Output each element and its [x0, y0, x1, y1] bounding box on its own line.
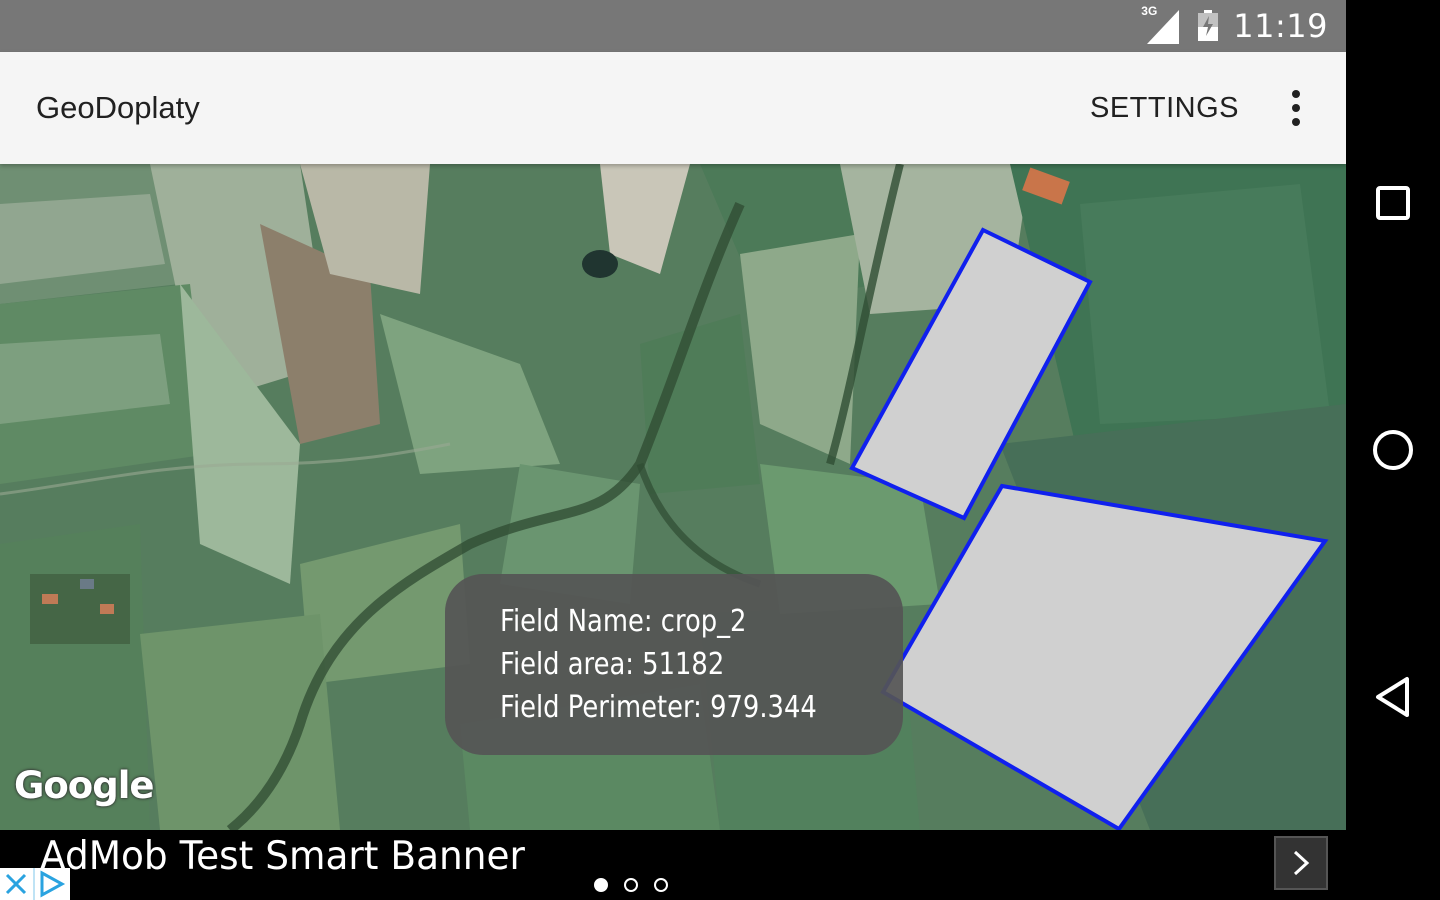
app-bar: GeoDoplaty SETTINGS: [0, 52, 1346, 164]
google-attribution-logo: Google: [14, 764, 154, 807]
field-info-window[interactable]: Field Name: crop_2 Field area: 51182 Fie…: [445, 574, 903, 755]
field-area-text: Field area: 51182: [500, 647, 725, 682]
map-view[interactable]: Field Name: crop_2 Field area: 51182 Fie…: [0, 164, 1346, 830]
signal-icon: 3G: [1141, 4, 1183, 46]
recents-square-icon[interactable]: [1368, 178, 1418, 228]
status-bar: 3G 11:19: [0, 0, 1346, 52]
field-polygon-crop-2[interactable]: [880, 483, 1329, 830]
status-icons: 3G 11:19: [1141, 0, 1328, 52]
ad-page-dot[interactable]: [654, 878, 668, 892]
chevron-right-icon: [1293, 850, 1310, 876]
ad-text: AdMob Test Smart Banner: [40, 834, 525, 879]
ad-pager-dots: [594, 878, 668, 892]
settings-button[interactable]: SETTINGS: [1090, 92, 1239, 125]
back-triangle-icon[interactable]: [1368, 672, 1418, 722]
navigation-bar: [1346, 0, 1440, 900]
field-polygon-crop-1[interactable]: [849, 227, 1093, 521]
adchoices-icon[interactable]: [0, 868, 70, 900]
ad-banner[interactable]: AdMob Test Smart Banner: [0, 830, 1346, 900]
field-perimeter-text: Field Perimeter: 979.344: [500, 690, 817, 725]
app-title: GeoDoplaty: [36, 90, 200, 125]
ad-next-button[interactable]: [1274, 836, 1328, 890]
battery-icon: [1197, 10, 1219, 42]
home-circle-icon[interactable]: [1368, 425, 1418, 475]
ad-page-dot[interactable]: [594, 878, 608, 892]
network-type: 3G: [1141, 4, 1158, 18]
ad-page-dot[interactable]: [624, 878, 638, 892]
status-time: 11:19: [1233, 7, 1328, 45]
field-name-text: Field Name: crop_2: [500, 604, 747, 639]
overflow-menu-icon[interactable]: [1280, 88, 1312, 128]
